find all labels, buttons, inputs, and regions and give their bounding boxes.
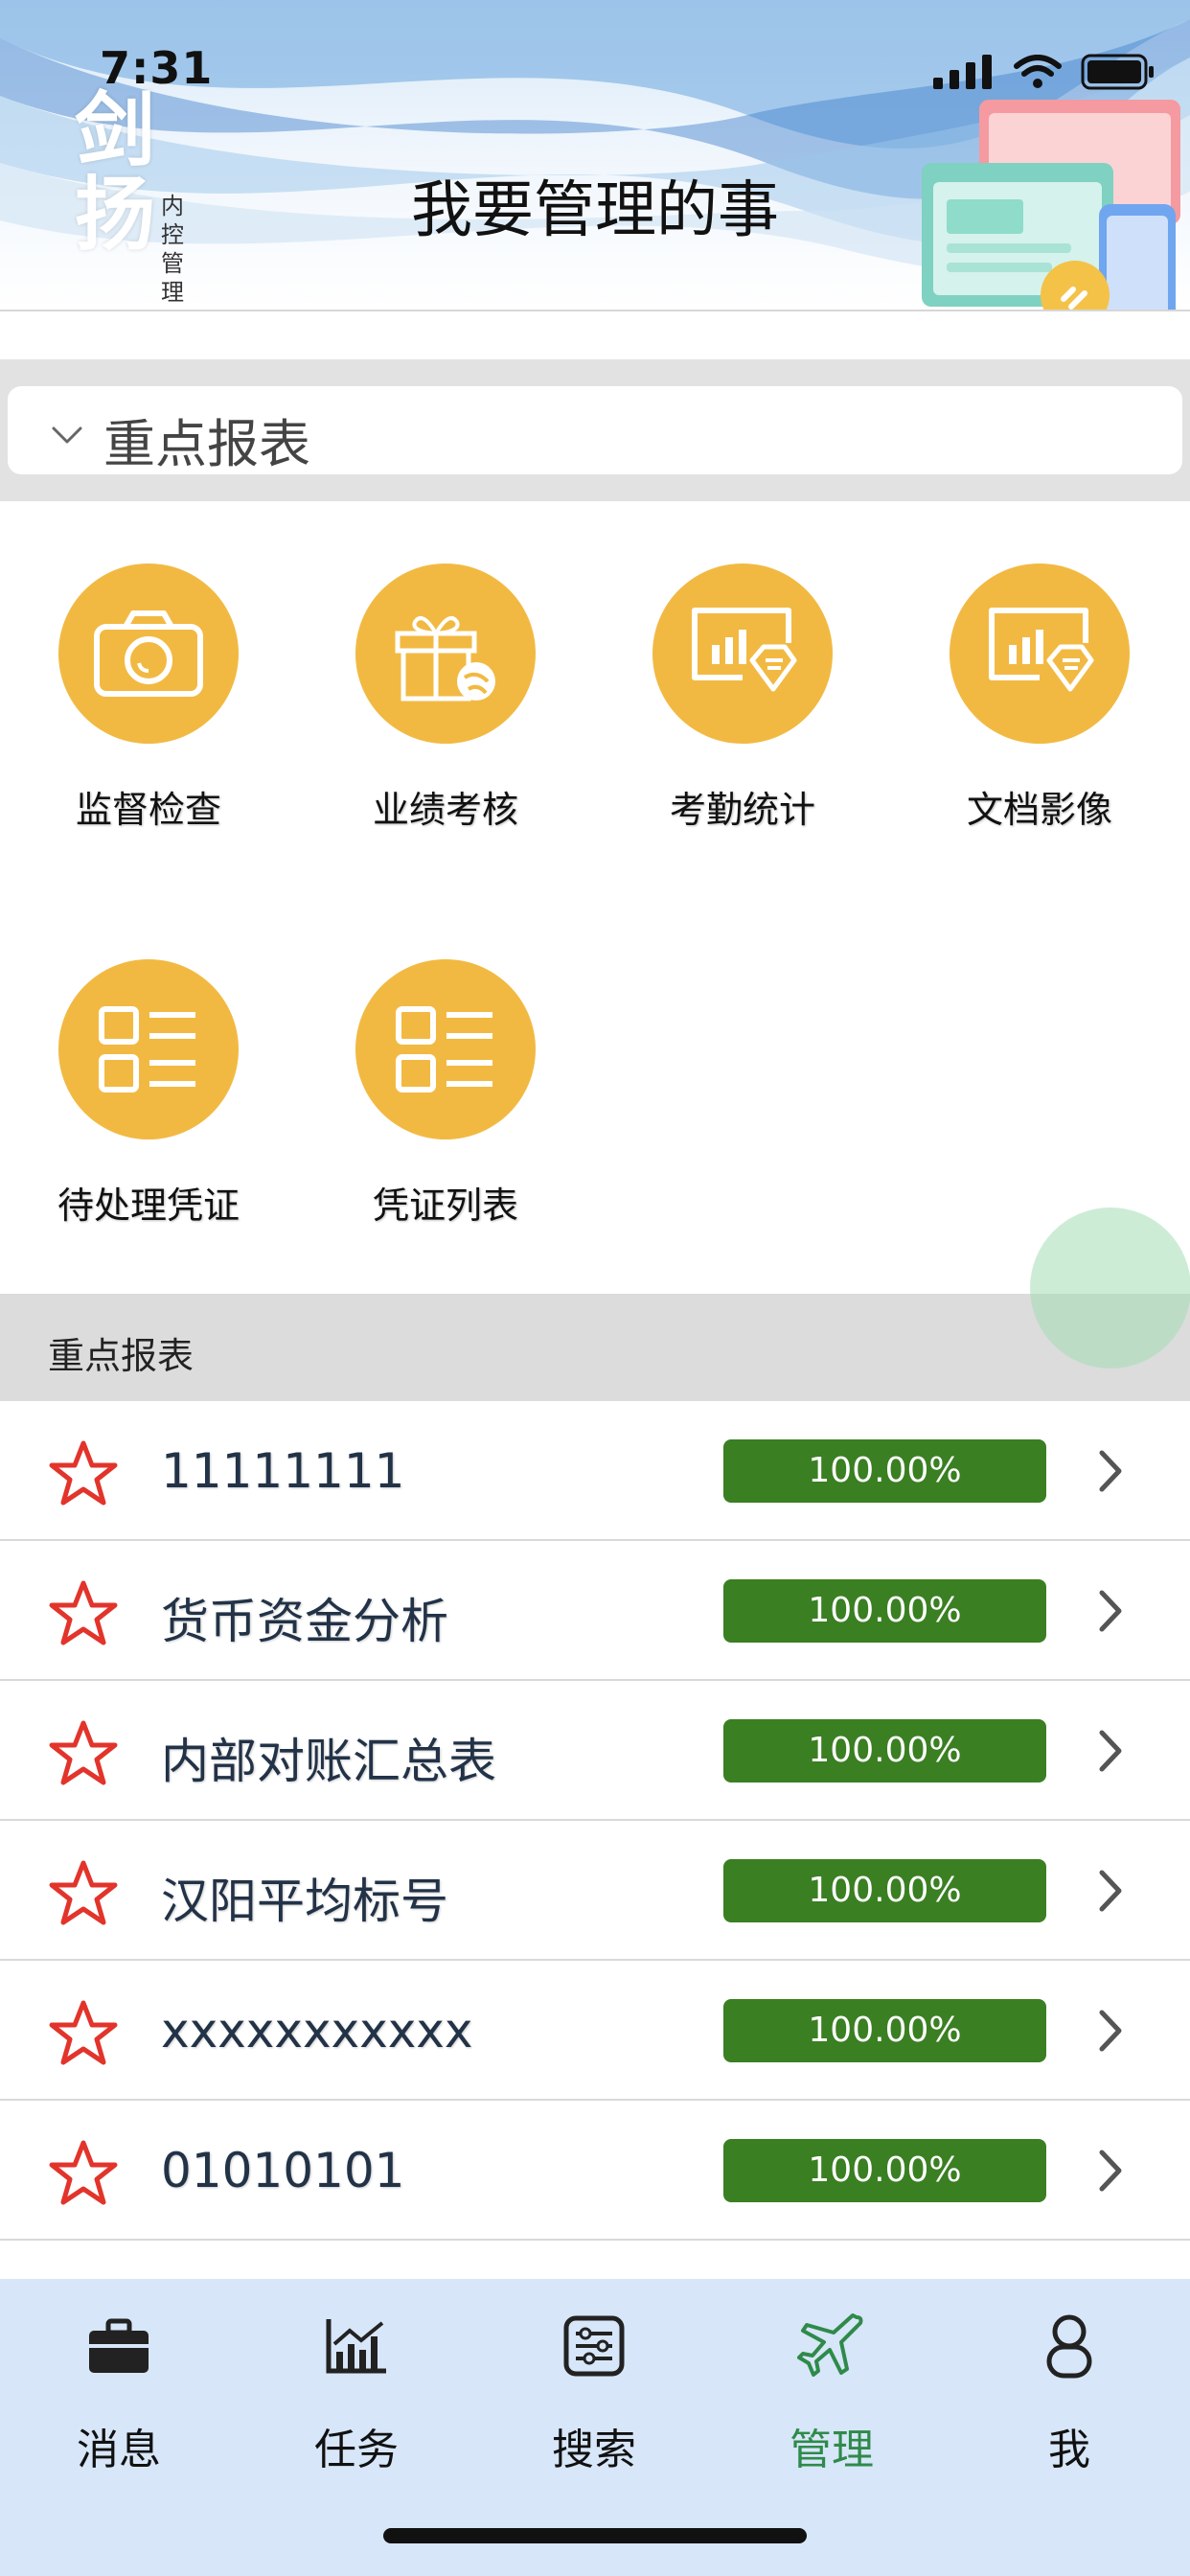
grid-item-voucher-list[interactable]: 凭证列表 bbox=[297, 959, 594, 1229]
report-diamond-icon bbox=[989, 608, 1094, 692]
chevron-right-icon bbox=[1099, 1870, 1122, 1912]
tab-messages[interactable]: 消息 bbox=[0, 2298, 238, 2476]
progress-badge: 100.00% bbox=[723, 1719, 1046, 1782]
tab-label: 任务 bbox=[314, 2426, 399, 2474]
grid-icon-circle bbox=[950, 564, 1130, 744]
list-section-title: 重点报表 bbox=[48, 1335, 195, 1377]
tab-manage[interactable]: 管理 bbox=[713, 2298, 950, 2476]
grid-item-label: 凭证列表 bbox=[372, 1184, 518, 1227]
app-header: 7:31 剑扬 内控管理 我要管理的事 bbox=[0, 0, 1190, 311]
star-outline-icon[interactable] bbox=[48, 1999, 119, 2066]
floating-action-button[interactable] bbox=[1030, 1208, 1190, 1368]
chart-icon bbox=[326, 2319, 386, 2374]
grid-item-pending-vouchers[interactable]: 待处理凭证 bbox=[0, 959, 297, 1229]
tab-label: 我 bbox=[1048, 2426, 1090, 2474]
status-icons bbox=[933, 54, 1156, 90]
battery-icon bbox=[1081, 54, 1154, 90]
report-list: 11111111 100.00% 货币资金分析 100.00% 内部对账汇总表 … bbox=[0, 1401, 1190, 2241]
list-item[interactable]: 11111111 100.00% bbox=[0, 1401, 1190, 1541]
grid-icon-circle bbox=[355, 564, 536, 744]
progress-badge: 100.00% bbox=[723, 1439, 1046, 1503]
section-selector-dropdown[interactable]: 重点报表 bbox=[8, 386, 1182, 474]
search-panel-icon bbox=[563, 2315, 625, 2377]
list-item[interactable]: 内部对账汇总表 100.00% bbox=[0, 1681, 1190, 1821]
chevron-right-icon bbox=[1099, 1450, 1122, 1492]
person-icon bbox=[1046, 2314, 1092, 2379]
progress-badge: 100.00% bbox=[723, 1999, 1046, 2062]
chevron-right-icon bbox=[1099, 2010, 1122, 2052]
tab-label: 管理 bbox=[790, 2426, 874, 2474]
grid-item-label: 文档影像 bbox=[966, 789, 1112, 831]
section-selector-label: 重点报表 bbox=[103, 414, 310, 474]
report-diamond-icon bbox=[692, 608, 797, 692]
list-icon bbox=[99, 1006, 195, 1092]
wifi-icon bbox=[1014, 55, 1062, 88]
grid-item-label: 考勤统计 bbox=[669, 789, 815, 831]
grid-item-label: 业绩考核 bbox=[372, 789, 518, 831]
star-outline-icon[interactable] bbox=[48, 1719, 119, 1786]
list-item[interactable]: xxxxxxxxxxx 100.00% bbox=[0, 1961, 1190, 2101]
grid-icon-circle bbox=[355, 959, 536, 1139]
star-outline-icon[interactable] bbox=[48, 1579, 119, 1646]
star-outline-icon[interactable] bbox=[48, 1439, 119, 1506]
list-item-label: 内部对账汇总表 bbox=[161, 1734, 496, 1789]
grid-item-supervision[interactable]: 监督检查 bbox=[0, 564, 297, 833]
grid-item-label: 待处理凭证 bbox=[57, 1184, 240, 1227]
header-illustration bbox=[922, 100, 1180, 310]
briefcase-icon bbox=[89, 2318, 149, 2373]
chevron-down-icon bbox=[52, 426, 82, 444]
list-item[interactable]: 货币资金分析 100.00% bbox=[0, 1541, 1190, 1681]
grid-item-attendance[interactable]: 考勤统计 bbox=[594, 564, 891, 833]
chevron-right-icon bbox=[1099, 1730, 1122, 1772]
star-outline-icon[interactable] bbox=[48, 2139, 119, 2206]
progress-badge: 100.00% bbox=[723, 2139, 1046, 2202]
gift-icon bbox=[395, 616, 495, 702]
list-item-label: 01010101 bbox=[161, 2143, 405, 2198]
star-outline-icon[interactable] bbox=[48, 1859, 119, 1926]
home-indicator[interactable] bbox=[383, 2528, 807, 2543]
tab-search[interactable]: 搜索 bbox=[475, 2298, 713, 2476]
list-item-label: 汉阳平均标号 bbox=[161, 1874, 448, 1929]
list-section-header: 重点报表 bbox=[0, 1294, 1190, 1401]
function-grid: 监督检查 业绩考核 考勤统计 文档影像 待处理凭证 凭证列表 bbox=[0, 501, 1190, 1294]
grid-icon-circle bbox=[652, 564, 833, 744]
grid-item-performance[interactable]: 业绩考核 bbox=[297, 564, 594, 833]
chevron-right-icon bbox=[1099, 1590, 1122, 1632]
grid-icon-circle bbox=[58, 564, 239, 744]
list-item-label: 11111111 bbox=[161, 1443, 405, 1499]
chevron-right-icon bbox=[1099, 2150, 1122, 2192]
tab-tasks[interactable]: 任务 bbox=[238, 2298, 475, 2476]
airplane-icon bbox=[797, 2313, 863, 2377]
list-item-label: 货币资金分析 bbox=[161, 1594, 448, 1649]
list-icon bbox=[396, 1006, 492, 1092]
list-item-label: xxxxxxxxxxx bbox=[161, 2003, 473, 2058]
progress-badge: 100.00% bbox=[723, 1579, 1046, 1643]
section-selector-bar: 重点报表 bbox=[0, 359, 1190, 501]
tab-label: 消息 bbox=[77, 2426, 161, 2474]
tab-me[interactable]: 我 bbox=[950, 2298, 1188, 2476]
signal-icon bbox=[933, 55, 992, 89]
list-item[interactable]: 汉阳平均标号 100.00% bbox=[0, 1821, 1190, 1961]
grid-icon-circle bbox=[58, 959, 239, 1139]
tab-label: 搜索 bbox=[552, 2426, 636, 2474]
grid-item-label: 监督检查 bbox=[75, 789, 221, 831]
grid-item-documents[interactable]: 文档影像 bbox=[891, 564, 1188, 833]
progress-badge: 100.00% bbox=[723, 1859, 1046, 1922]
list-item[interactable]: 01010101 100.00% bbox=[0, 2101, 1190, 2241]
camera-icon bbox=[94, 610, 203, 697]
